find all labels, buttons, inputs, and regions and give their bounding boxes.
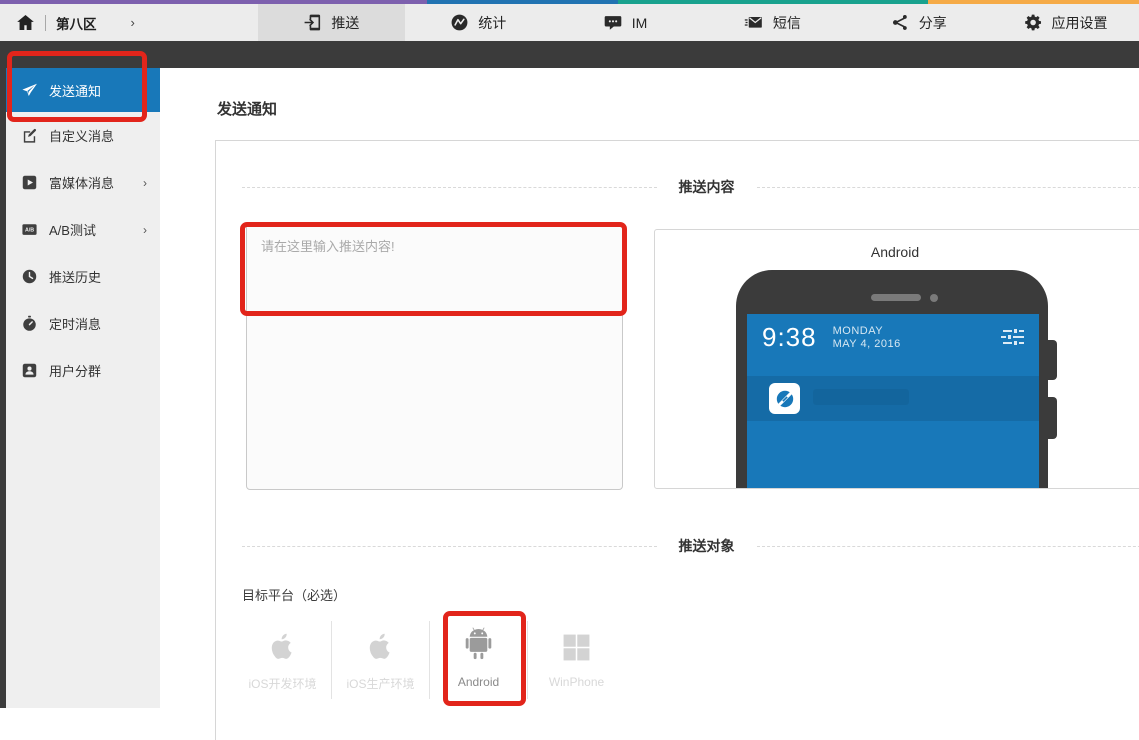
send-notification-panel: 推送内容 Android 9:38 MOND xyxy=(215,140,1139,740)
platform-label: Android xyxy=(458,675,499,689)
top-navbar: 第八区 › 推送 统计 IM 短信 xyxy=(0,4,1139,41)
push-target-divider-label: 推送对象 xyxy=(657,536,757,556)
share-icon xyxy=(891,13,910,32)
tab-label: 短信 xyxy=(773,13,801,33)
phone-status-bar: 9:38 MONDAY MAY 4, 2016 xyxy=(747,314,1039,351)
platform-ios-dev[interactable]: iOS开发环境 xyxy=(234,611,331,699)
tab-push[interactable]: 推送 xyxy=(258,4,405,41)
platform-android[interactable]: Android xyxy=(430,611,527,699)
sidebar-item-label: 发送通知 xyxy=(49,81,101,100)
home-icon[interactable] xyxy=(16,13,35,32)
current-app-name[interactable]: 第八区 xyxy=(56,13,97,33)
target-platform-label: 目标平台（必选） xyxy=(242,585,346,604)
sidebar-item-label: 用户分群 xyxy=(49,361,101,380)
edit-icon xyxy=(20,127,38,144)
phone-camera-dot xyxy=(930,294,938,302)
nav-divider xyxy=(45,15,46,31)
main-content: 发送通知 推送内容 Android 9:38 xyxy=(160,68,1139,708)
tab-label: 推送 xyxy=(331,13,359,33)
chevron-right-icon: › xyxy=(143,176,147,190)
tab-label: 应用设置 xyxy=(1052,13,1108,33)
push-content-input[interactable] xyxy=(246,223,623,490)
preview-platform-label: Android xyxy=(655,244,1135,260)
windows-icon xyxy=(561,621,592,663)
dashed-line xyxy=(757,187,1139,188)
phone-volume-button xyxy=(1047,397,1057,439)
sidebar: 发送通知 自定义消息 富媒体消息 › A/B A/B测试 › 推送 xyxy=(0,68,160,708)
sidebar-item-rich-media[interactable]: 富媒体消息 › xyxy=(6,159,160,206)
tab-stats[interactable]: 统计 xyxy=(405,4,552,41)
platform-label: iOS生产环境 xyxy=(346,675,414,692)
phone-volume-button xyxy=(1047,340,1057,380)
svg-text:A/B: A/B xyxy=(24,228,33,234)
sidebar-item-label: 定时消息 xyxy=(49,314,101,333)
tab-label: 分享 xyxy=(919,13,947,33)
push-content-composer xyxy=(246,223,623,490)
quick-settings-sliders-icon xyxy=(999,328,1026,353)
platform-label: WinPhone xyxy=(549,675,604,689)
timer-icon xyxy=(20,315,38,332)
tab-sms[interactable]: 短信 xyxy=(698,4,845,41)
phone-clock: 9:38 xyxy=(762,323,817,351)
app-switcher-chevron-icon[interactable]: › xyxy=(131,15,135,30)
push-content-divider-label: 推送内容 xyxy=(657,177,757,197)
tab-label: 统计 xyxy=(478,13,506,33)
push-phone-icon xyxy=(303,13,322,32)
sub-header-bar xyxy=(0,41,1139,68)
notification-preview-row xyxy=(747,376,1039,421)
platform-winphone[interactable]: WinPhone xyxy=(528,611,625,699)
app-logo-icon xyxy=(769,383,800,414)
chevron-right-icon: › xyxy=(143,223,147,237)
user-group-icon xyxy=(20,362,38,379)
sidebar-item-send-notification[interactable]: 发送通知 xyxy=(6,68,160,112)
android-icon xyxy=(462,621,495,663)
dashed-line xyxy=(242,187,657,188)
sidebar-item-label: 推送历史 xyxy=(49,267,101,286)
phone-date: MONDAY MAY 4, 2016 xyxy=(833,325,901,351)
im-chat-icon xyxy=(603,13,623,32)
tab-im[interactable]: IM xyxy=(552,4,699,41)
sidebar-item-label: A/B测试 xyxy=(49,220,96,239)
push-target-divider: 推送对象 xyxy=(242,536,1139,556)
android-phone-mockup: 9:38 MONDAY MAY 4, 2016 xyxy=(736,270,1048,489)
gear-icon xyxy=(1024,13,1043,32)
ab-test-icon: A/B xyxy=(20,221,38,238)
platform-selector: iOS开发环境 iOS生产环境 Android xyxy=(234,611,625,699)
send-icon xyxy=(20,82,38,99)
android-preview-card: Android 9:38 MONDAY MAY 4, 2016 xyxy=(654,229,1139,489)
dashed-line xyxy=(242,546,657,547)
page-title: 发送通知 xyxy=(217,98,277,119)
platform-label: iOS开发环境 xyxy=(248,675,316,692)
sidebar-item-ab-test[interactable]: A/B A/B测试 › xyxy=(6,206,160,253)
app-switcher[interactable]: 第八区 › xyxy=(0,4,258,41)
platform-ios-prod[interactable]: iOS生产环境 xyxy=(332,611,429,699)
history-clock-icon xyxy=(20,268,38,285)
media-icon xyxy=(20,174,38,191)
sidebar-item-push-history[interactable]: 推送历史 xyxy=(6,253,160,300)
sidebar-item-scheduled-message[interactable]: 定时消息 xyxy=(6,300,160,347)
apple-icon xyxy=(268,621,297,663)
tab-app-settings[interactable]: 应用设置 xyxy=(992,4,1139,41)
phone-date-day: MONDAY xyxy=(833,325,883,337)
phone-date-full: MAY 4, 2016 xyxy=(833,338,901,350)
phone-screen: 9:38 MONDAY MAY 4, 2016 xyxy=(747,314,1039,489)
notification-text-placeholder xyxy=(813,389,909,405)
push-content-divider: 推送内容 xyxy=(242,177,1139,197)
phone-speaker xyxy=(871,294,921,301)
nav-tabs: 推送 统计 IM 短信 分享 xyxy=(258,4,1139,41)
sidebar-item-custom-message[interactable]: 自定义消息 xyxy=(6,112,160,159)
stats-icon xyxy=(450,13,469,32)
tab-share[interactable]: 分享 xyxy=(845,4,992,41)
sidebar-item-label: 富媒体消息 xyxy=(49,173,114,192)
dashed-line xyxy=(757,546,1139,547)
apple-icon xyxy=(366,621,395,663)
sidebar-item-user-segment[interactable]: 用户分群 xyxy=(6,347,160,394)
sms-icon xyxy=(743,13,764,32)
tab-label: IM xyxy=(632,15,648,31)
sidebar-item-label: 自定义消息 xyxy=(49,126,114,145)
